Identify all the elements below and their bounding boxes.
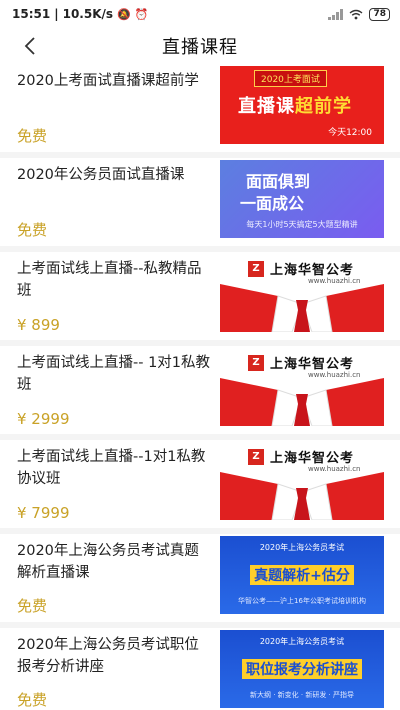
status-time: 15:51 bbox=[12, 7, 51, 21]
course-item[interactable]: 2020上考面试直播课超前学 免费 2020上考面试 直播课超前学 今天12:0… bbox=[0, 64, 400, 152]
thumbnail-headline: 职位报考分析讲座 bbox=[232, 658, 372, 680]
course-title: 上考面试线上直播--私教精品班 bbox=[17, 261, 202, 299]
course-item[interactable]: 2020年上海公务员考试真题解析直播课 免费 2020年上海公务员考试 真题解析… bbox=[0, 534, 400, 622]
course-title: 2020上考面试直播课超前学 bbox=[17, 73, 199, 89]
course-price: 免费 bbox=[17, 597, 48, 615]
brand-logo-icon: Z bbox=[248, 260, 264, 277]
signal-icon bbox=[328, 8, 344, 20]
battery-indicator: 78 bbox=[369, 7, 390, 21]
thumbnail-heading: 2020年上海公务员考试 bbox=[259, 637, 345, 646]
course-item[interactable]: 2020年上海公务员考试职位报考分析讲座 免费 2020年上海公务员考试 职位报… bbox=[0, 628, 400, 710]
thumbnail-main-text: 职位报考分析讲座 bbox=[242, 659, 362, 679]
thumbnail-footer: 新大纲 · 新变化 · 新研发 · 严指导 bbox=[249, 691, 355, 699]
thumbnail-line-2: 一面成公 bbox=[240, 194, 305, 213]
thumbnail-highlight-text: 超前学 bbox=[295, 96, 352, 117]
thumbnail-heading: 2020年上海公务员考试 bbox=[259, 543, 345, 552]
course-price: 免费 bbox=[17, 221, 48, 239]
wifi-icon bbox=[350, 9, 363, 19]
course-title: 上考面试线上直播-- 1对1私教班 bbox=[17, 355, 211, 393]
course-item[interactable]: 2020年公务员面试直播课 免费 面面俱到 一面成公 每天1小时5天搞定5大题型… bbox=[0, 158, 400, 246]
course-thumbnail: 2020上考面试 直播课超前学 今天12:00 bbox=[220, 66, 384, 144]
course-item[interactable]: 上考面试线上直播-- 1对1私教班 ¥ 2999 Z 上海华智公考 www.hu… bbox=[0, 346, 400, 434]
course-title: 2020年公务员面试直播课 bbox=[17, 167, 185, 183]
course-thumbnail: Z 上海华智公考 www.huazhi.cn bbox=[220, 348, 384, 426]
course-title: 2020年上海公务员考试真题解析直播课 bbox=[17, 543, 199, 581]
course-thumbnail: 2020年上海公务员考试 真题解析+估分 华智公考——沪上16年公职考试培训机构 bbox=[220, 536, 384, 614]
brand-url: www.huazhi.cn bbox=[308, 465, 361, 473]
course-thumbnail: 面面俱到 一面成公 每天1小时5天搞定5大题型精讲 bbox=[220, 160, 384, 238]
thumbnail-main-text: 直播课 bbox=[238, 96, 295, 117]
course-price: 免费 bbox=[17, 691, 48, 709]
thumbnail-line-1: 面面俱到 bbox=[246, 172, 311, 191]
brand-row: Z 上海华智公考 bbox=[248, 259, 354, 278]
course-price: ¥ 2999 bbox=[17, 410, 70, 428]
brand-row: Z 上海华智公考 bbox=[248, 353, 354, 372]
nav-bar: 直播课程 bbox=[0, 28, 400, 64]
status-left: 15:51 | 10.5K/s 🔕 ⏰ bbox=[12, 7, 148, 21]
course-item[interactable]: 上考面试线上直播--1对1私教协议班 ¥ 7999 Z 上海华智公考 www.h… bbox=[0, 440, 400, 528]
thumbnail-time: 今天12:00 bbox=[328, 128, 372, 138]
thumbnail-tag: 2020上考面试 bbox=[254, 70, 327, 87]
brand-name: 上海华智公考 bbox=[270, 451, 355, 466]
course-title: 上考面试线上直播--1对1私教协议班 bbox=[17, 449, 206, 487]
brand-logo-icon: Z bbox=[248, 448, 264, 465]
brand-url: www.huazhi.cn bbox=[308, 277, 361, 285]
course-title: 2020年上海公务员考试职位报考分析讲座 bbox=[17, 637, 199, 675]
course-list: 2020上考面试直播课超前学 免费 2020上考面试 直播课超前学 今天12:0… bbox=[0, 64, 400, 710]
thumbnail-headline: 真题解析+估分 bbox=[232, 564, 372, 586]
status-bar: 15:51 | 10.5K/s 🔕 ⏰ 78 bbox=[0, 0, 400, 28]
course-thumbnail: 2020年上海公务员考试 职位报考分析讲座 新大纲 · 新变化 · 新研发 · … bbox=[220, 630, 384, 708]
brand-url: www.huazhi.cn bbox=[308, 371, 361, 379]
status-right: 78 bbox=[328, 7, 390, 21]
brand-name: 上海华智公考 bbox=[270, 263, 355, 278]
brand-name: 上海华智公考 bbox=[270, 357, 355, 372]
course-price: 免费 bbox=[17, 127, 48, 145]
brand-row: Z 上海华智公考 bbox=[248, 447, 354, 466]
status-separator: | bbox=[54, 7, 59, 21]
thumbnail-headline: 直播课超前学 bbox=[238, 92, 352, 118]
course-price: ¥ 899 bbox=[17, 316, 60, 334]
back-button[interactable] bbox=[16, 32, 44, 60]
thumbnail-footer: 华智公考——沪上16年公职考试培训机构 bbox=[238, 597, 366, 605]
mute-icon: 🔕 bbox=[117, 7, 131, 21]
course-price: ¥ 7999 bbox=[17, 504, 70, 522]
brand-logo-icon: Z bbox=[248, 354, 264, 371]
course-item[interactable]: 上考面试线上直播--私教精品班 ¥ 899 Z 上海华智公考 www.huazh… bbox=[0, 252, 400, 340]
page-title: 直播课程 bbox=[162, 37, 238, 58]
thumbnail-main-text: 真题解析+估分 bbox=[250, 565, 354, 585]
alarm-icon: ⏰ bbox=[134, 7, 149, 21]
network-speed: 10.5K/s bbox=[62, 7, 114, 21]
course-thumbnail: Z 上海华智公考 www.huazhi.cn bbox=[220, 254, 384, 332]
thumbnail-note: 每天1小时5天搞定5大题型精讲 bbox=[246, 220, 358, 229]
chevron-left-icon bbox=[24, 37, 35, 55]
course-thumbnail: Z 上海华智公考 www.huazhi.cn bbox=[220, 442, 384, 520]
